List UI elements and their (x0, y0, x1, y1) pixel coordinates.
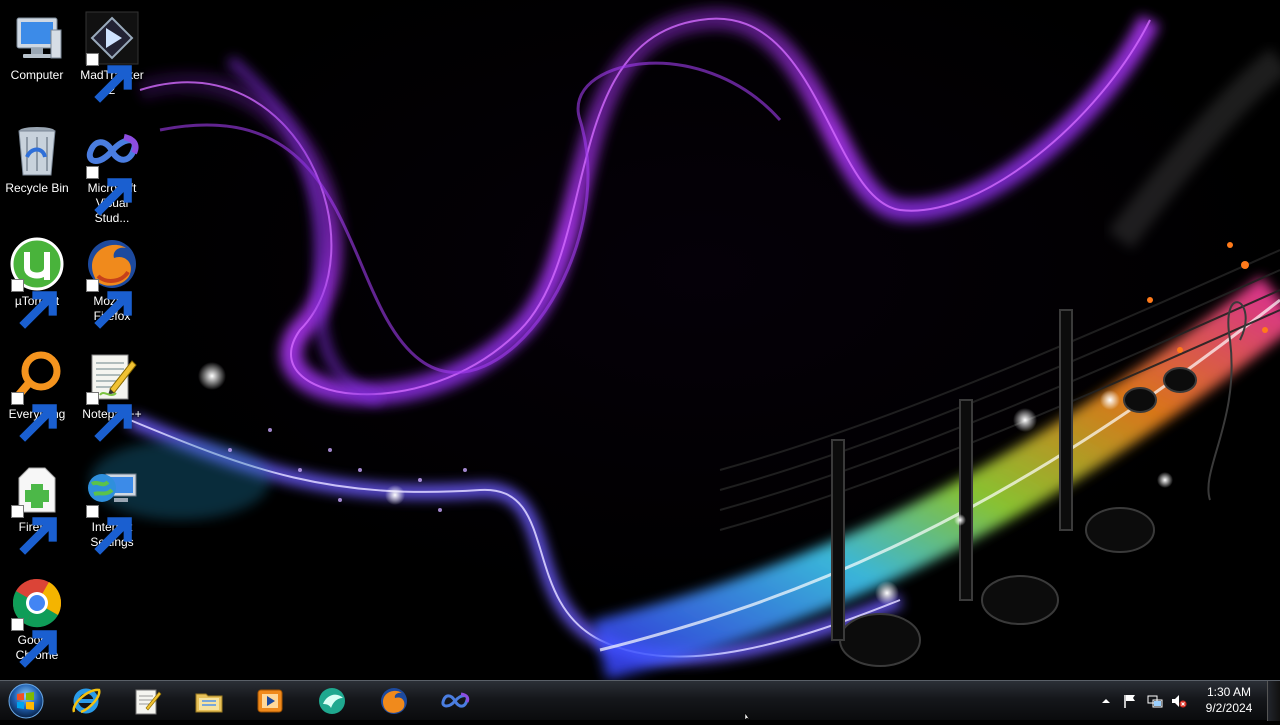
desktop-icon-recycle-bin[interactable]: Recycle Bin (1, 119, 73, 196)
folder-icon (195, 693, 223, 713)
desktop-icon-google-chrome[interactable]: Google Chrome (1, 571, 73, 668)
desktop-icon-label: Computer (10, 68, 64, 82)
visual-studio-icon (441, 692, 470, 708)
desktop-icon-computer[interactable]: Computer (1, 6, 73, 83)
shortcut-arrow-icon (86, 392, 132, 442)
desktop-icon-internet-settings[interactable]: Internet Settings (76, 458, 148, 555)
desktop-icon-everything[interactable]: Everything (1, 345, 73, 442)
clock[interactable]: 1:30 AM 9/2/2024 (1192, 684, 1266, 716)
computer-icon (16, 17, 62, 59)
taskbar-media-player-button[interactable] (243, 683, 297, 719)
shortcut-arrow-icon (11, 618, 57, 668)
taskbar-firefox-button[interactable] (367, 683, 421, 719)
taskbar: 1:30 AM 9/2/2024 (0, 680, 1280, 721)
shortcut-arrow-icon (11, 505, 57, 555)
mouse-cursor-icon (744, 713, 751, 720)
volume-muted-icon[interactable] (1171, 693, 1187, 709)
desktop-icon-visual-studio[interactable]: Microsoft Visual Stud... (76, 119, 148, 226)
start-button[interactable] (4, 682, 48, 720)
shortcut-arrow-icon (11, 279, 57, 329)
desktop-icon-notepad-plus-plus[interactable]: Notepad++ (76, 345, 148, 442)
shortcut-arrow-icon (11, 392, 57, 442)
internet-explorer-icon (72, 688, 101, 714)
shortcut-arrow-icon (86, 279, 132, 329)
desktop-icon-utorrent[interactable]: µTorrent (1, 232, 73, 329)
wallpaper-music-swirl (90, 7, 1280, 680)
show-hidden-icons-chevron[interactable] (1098, 693, 1114, 709)
notepad-icon (135, 689, 162, 715)
shortcut-arrow-icon (86, 53, 132, 103)
firefox-icon (381, 688, 407, 714)
shortcut-arrow-icon (86, 166, 132, 216)
taskbar-shark-button[interactable] (305, 683, 359, 719)
shark-icon (319, 688, 345, 714)
windows-start-orb-icon (8, 683, 44, 719)
desktop[interactable]: Computer MadTracker 2 Recycle Bin Micros… (0, 0, 1280, 680)
recycle-bin-icon (18, 127, 56, 176)
taskbar-notepad-button[interactable] (120, 683, 174, 719)
clock-date: 9/2/2024 (1205, 701, 1253, 715)
taskbar-internet-explorer-button[interactable] (59, 683, 113, 719)
clock-time: 1:30 AM (1206, 685, 1252, 699)
desktop-icon-label: Recycle Bin (5, 181, 69, 195)
desktop-icon-firefox-installer[interactable]: Firefox (1, 458, 73, 555)
taskbar-windows-explorer-button[interactable] (182, 683, 236, 719)
network-icon[interactable] (1147, 693, 1163, 709)
action-center-flag-icon[interactable] (1122, 693, 1138, 709)
desktop-icon-mozilla-firefox[interactable]: Mozilla Firefox (76, 232, 148, 329)
desktop-icon-madtracker[interactable]: MadTracker 2 (76, 6, 148, 103)
taskbar-visual-studio-button[interactable] (428, 683, 482, 719)
media-player-icon (257, 689, 283, 713)
shortcut-arrow-icon (86, 505, 132, 555)
show-desktop-button[interactable] (1267, 681, 1280, 721)
